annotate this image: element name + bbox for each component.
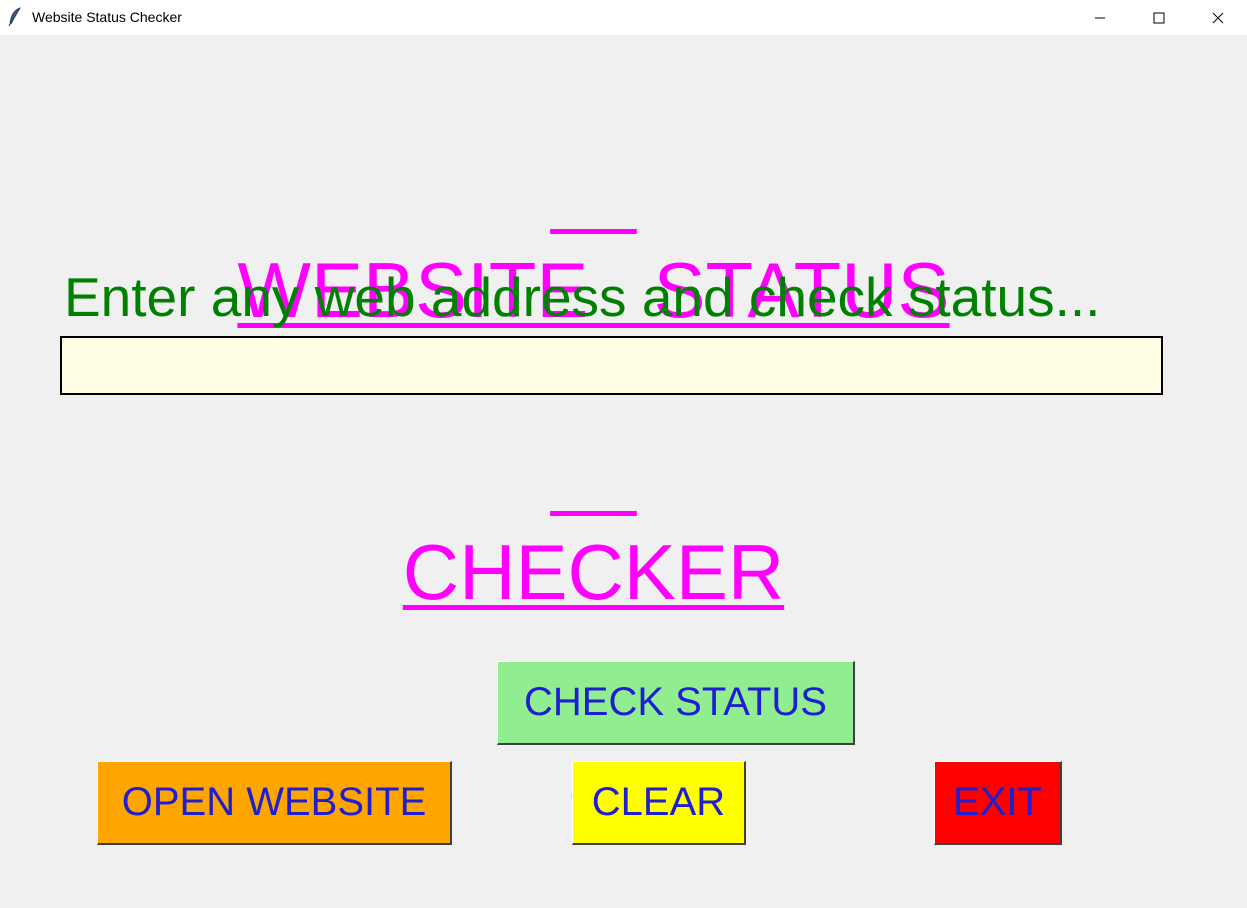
maximize-button[interactable]	[1130, 0, 1188, 35]
check-status-button[interactable]: CHECK STATUS	[497, 661, 855, 745]
instruction-label: Enter any web address and check status..…	[64, 266, 1101, 328]
main-window: WEBSITE STATUS CHECKER Enter any web add…	[0, 35, 1247, 908]
window-title: Website Status Checker	[32, 9, 182, 25]
page-title-line-2: CHECKER	[402, 528, 785, 616]
exit-button[interactable]: EXIT	[934, 761, 1062, 845]
url-input[interactable]	[60, 336, 1163, 395]
minimize-button[interactable]	[1071, 0, 1129, 35]
clear-button[interactable]: CLEAR	[572, 761, 746, 845]
maximize-icon	[1153, 12, 1165, 24]
feather-icon	[8, 7, 22, 27]
close-icon	[1212, 12, 1224, 24]
open-website-button[interactable]: OPEN WEBSITE	[97, 761, 452, 845]
title-bar: Website Status Checker	[0, 0, 1247, 35]
close-button[interactable]	[1189, 0, 1247, 35]
minimize-icon	[1094, 12, 1106, 24]
